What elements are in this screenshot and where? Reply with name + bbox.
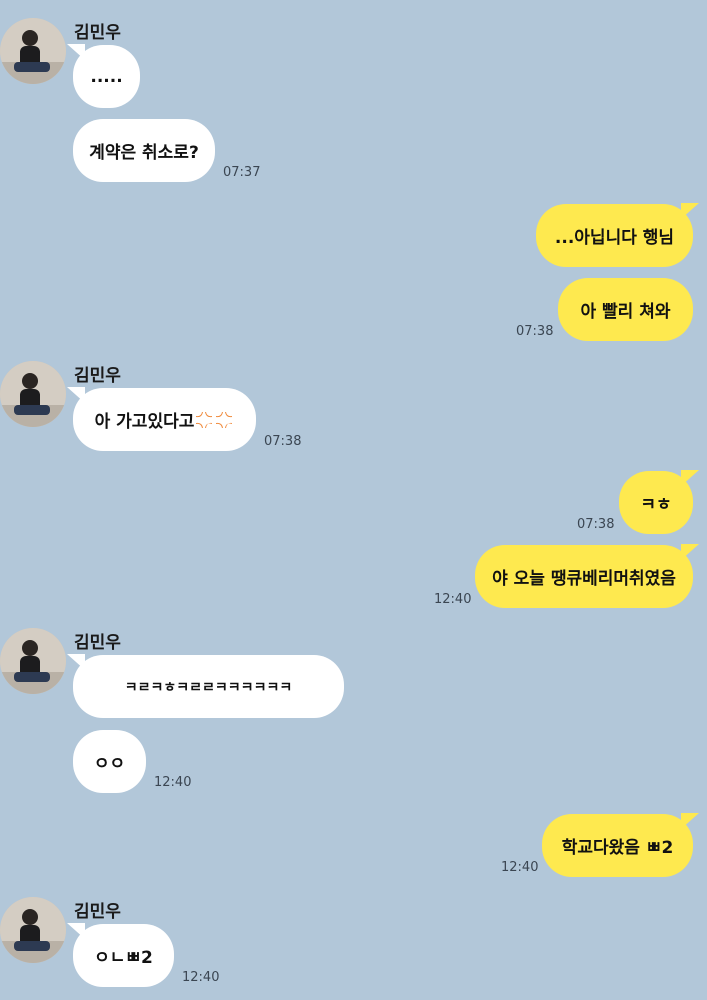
anger-symbol-icon (216, 411, 233, 428)
message-text: 학교다왔음 ㅃ2 (561, 838, 674, 858)
incoming-message-bubble[interactable]: ㅋㄹㅋㅎㅋㄹㄹㅋㅋㅋㅋㅋㅋ (73, 655, 344, 718)
message-text: ㅋㅎ (640, 495, 672, 515)
anger-symbol-icon (196, 411, 213, 428)
message-text: ㅋㄹㅋㅎㅋㄹㄹㅋㅋㅋㅋㅋㅋ (124, 679, 293, 696)
contact-name: 김민우 (74, 366, 121, 386)
message-text: 아 빨리 쳐와 (580, 302, 671, 322)
message-timestamp: 07:38 (264, 434, 302, 449)
message-timestamp: 12:40 (501, 860, 539, 875)
message-timestamp: 07:38 (516, 324, 554, 339)
message-text: 야 오늘 땡큐베리머취였음 (492, 569, 676, 589)
incoming-message-bubble[interactable]: ㅇㅇ (73, 730, 146, 793)
avatar-photo (0, 18, 66, 84)
chat-screen: { "contact": { "name": "김민우" }, "message… (0, 0, 707, 1000)
message-timestamp: 07:37 (223, 165, 261, 180)
avatar-photo (0, 897, 66, 963)
avatar-photo (0, 628, 66, 694)
bubble-tail (681, 544, 699, 560)
message-text: 아 가고있다고 (94, 412, 195, 432)
contact-avatar[interactable] (0, 361, 66, 427)
incoming-message-bubble[interactable]: ㅇㄴㅃ2 (73, 924, 174, 987)
bubble-tail (681, 813, 699, 829)
contact-avatar[interactable] (0, 628, 66, 694)
incoming-message-bubble[interactable]: 계약은 취소로? (73, 119, 215, 182)
message-text: ㅇㅇ (93, 754, 126, 774)
avatar-photo (0, 361, 66, 427)
outgoing-message-bubble[interactable]: ...아닙니다 행님 (536, 204, 693, 267)
message-text: ㅇㄴㅃ2 (94, 948, 153, 968)
message-timestamp: 12:40 (154, 775, 192, 790)
outgoing-message-bubble[interactable]: 야 오늘 땡큐베리머취였음 (475, 545, 693, 608)
message-timestamp: 07:38 (577, 517, 615, 532)
outgoing-message-bubble[interactable]: 학교다왔음 ㅃ2 (542, 814, 693, 877)
contact-avatar[interactable] (0, 897, 66, 963)
message-text: ...아닙니다 행님 (554, 228, 675, 248)
contact-avatar[interactable] (0, 18, 66, 84)
incoming-message-bubble[interactable]: 아 가고있다고 (73, 388, 256, 451)
incoming-message-bubble[interactable]: ..... (73, 45, 140, 108)
outgoing-message-bubble[interactable]: 아 빨리 쳐와 (558, 278, 693, 341)
message-timestamp: 12:40 (434, 592, 472, 607)
message-text: ..... (90, 66, 123, 87)
contact-name: 김민우 (74, 633, 121, 653)
contact-name: 김민우 (74, 23, 121, 43)
message-text: 계약은 취소로? (89, 143, 199, 163)
message-timestamp: 12:40 (182, 970, 220, 985)
contact-name: 김민우 (74, 902, 121, 922)
